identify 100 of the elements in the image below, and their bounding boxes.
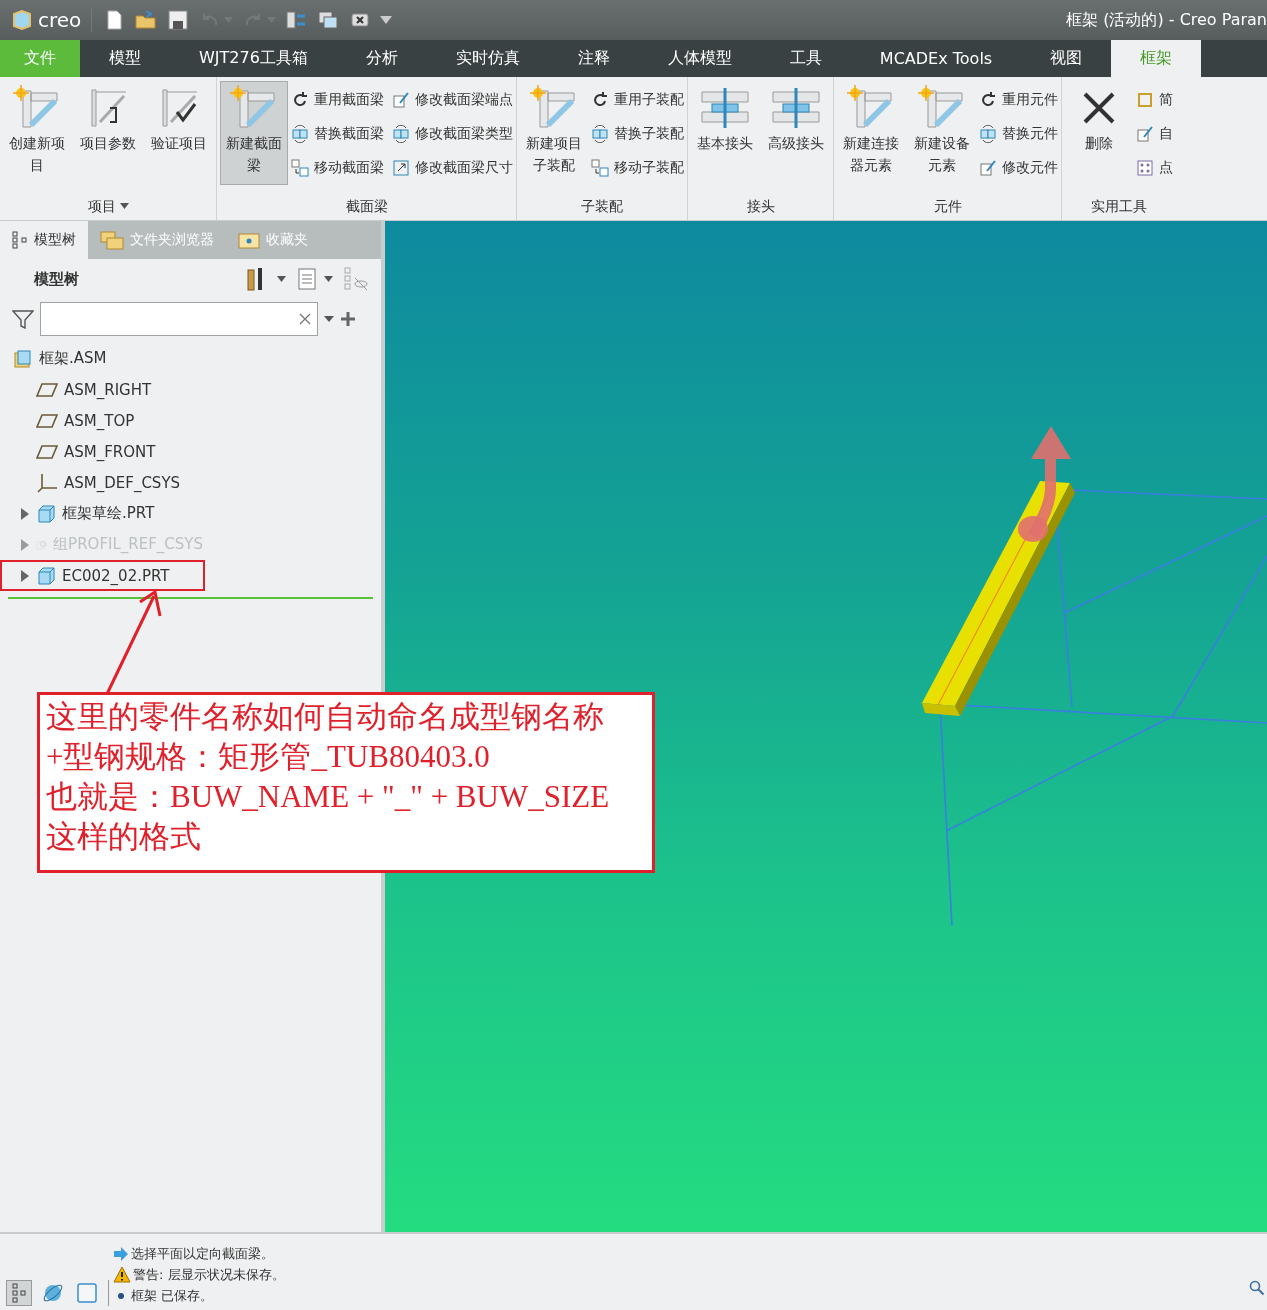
status-message: 选择平面以定向截面梁。 [131,1244,274,1263]
reuse-icon [291,91,309,109]
ribbon-button[interactable]: 新建连接器元素 [837,81,905,185]
ribbon-small-button[interactable]: 点 [1136,151,1173,185]
ribbon-small-button[interactable]: 替换截面梁 [291,117,384,151]
ribbon-tab[interactable]: 视图 [1021,40,1112,77]
app-logo: creo [12,8,93,32]
arrow-icon [113,1246,129,1261]
settings-button[interactable] [245,266,286,292]
csys-icon [36,472,58,493]
caret-icon [324,276,333,282]
window-toggle-button[interactable] [74,1280,100,1306]
search-icon[interactable] [1249,1280,1265,1296]
ribbon-small-button[interactable]: 替换元件 [979,117,1058,151]
tree-icon [11,1283,27,1303]
annotation-text: +型钢规格：矩形管_TUB80403.0 [46,738,491,776]
cube-icon [12,9,32,31]
window-icon [76,1282,98,1304]
edit-icon [1136,125,1154,143]
ribbon-button[interactable]: 高级接头 [762,81,830,185]
ribbon-tab[interactable]: 模型 [80,40,170,77]
panel-tab[interactable]: 模型树 [0,221,88,259]
customize-button[interactable] [378,14,395,26]
ribbon-small-button[interactable]: 简 [1136,83,1173,117]
tree-item[interactable]: EC002_02.PRT [0,560,205,591]
ribbon-button[interactable]: 删除 [1065,81,1133,185]
ribbon-button[interactable]: 新建设备元素 [908,81,976,185]
part-icon [36,565,56,586]
ribbon-tab[interactable]: 分析 [336,40,427,77]
tree-item[interactable]: ASM_DEF_CSYS [0,467,205,498]
tree-toggle-button[interactable] [6,1280,32,1306]
ribbon-tab[interactable]: 工具 [760,40,851,77]
window-title: 框架 (活动的) - Creo Paran [1066,9,1267,31]
ribbon-small-button[interactable]: 移动子装配 [591,151,684,185]
tree-item[interactable]: ASM_FRONT [0,436,205,467]
panel-title: 模型树 [34,269,79,289]
status-message: 警告: 层显示状况未保存。 [133,1265,285,1284]
ribbon-small-button[interactable]: 自 [1136,117,1173,151]
open-icon [134,8,159,32]
ribbon-small-button[interactable]: 修改元件 [979,151,1058,185]
caret-icon [119,203,129,209]
ribbon-small-button[interactable]: 移动截面梁 [291,151,384,185]
ribbon-button[interactable]: 新建截面梁 [220,81,288,185]
show-menu-button[interactable] [296,267,333,291]
plane-icon [36,443,58,460]
plane-icon [36,412,58,429]
group-label: 接头 [746,197,775,216]
ribbon-button[interactable]: 验证项目 [145,81,213,185]
plus-icon[interactable] [340,311,356,327]
caret-icon [277,276,286,282]
move-icon [291,159,309,177]
search-field[interactable] [40,302,318,336]
group-label: 实用工具 [1091,197,1147,216]
ribbon-button[interactable]: 新建项目子装配 [520,81,588,185]
annotation-text: 也就是：BUW_NAME + "_" + BUW_SIZE [46,778,611,816]
replace-icon [291,125,309,143]
ribbon-tab[interactable]: 人体模型 [638,40,761,77]
reuse-icon [979,91,997,109]
ribbon-button[interactable]: 创建新项目 [3,81,71,185]
tree-item[interactable]: ASM_RIGHT [0,374,205,405]
resize-icon [392,159,410,177]
plane-icon [36,381,58,398]
ribbon-small-button[interactable]: 替换子装配 [591,117,684,151]
tree-item[interactable]: ASM_TOP [0,405,205,436]
folders-icon [100,230,124,250]
replace-icon [979,125,997,143]
ribbon-tab[interactable]: MCADEx Tools [850,40,1022,77]
tree-icon [12,231,28,249]
save-icon [166,8,191,32]
annotation-text: 这里的零件名称如何自动命名成型钢名称 [46,698,605,736]
ribbon-button[interactable]: 项目参数 [74,81,142,185]
reuse-icon [591,91,609,109]
ribbon-small-button[interactable]: 修改截面梁端点 [392,83,513,117]
ribbon-tab[interactable]: 注释 [548,40,639,77]
ribbon-small-button[interactable]: 修改截面梁类型 [392,117,513,151]
ribbon-button[interactable]: 基本接头 [691,81,759,185]
caret-icon [380,16,393,24]
ribbon-small-button[interactable]: 修改截面梁尺寸 [392,151,513,185]
expand-icon[interactable] [20,569,30,582]
clear-icon[interactable] [299,313,311,325]
assembly-icon [13,348,33,369]
annotation-text: 这样的格式 [46,818,202,856]
list-icon [296,267,318,291]
ribbon-tab[interactable]: 实时仿真 [426,40,549,77]
group-menu-button[interactable]: 项目 [87,192,129,220]
replace-icon [392,125,410,143]
ribbon-tab[interactable]: WJT276工具箱 [170,40,337,77]
warning-icon [113,1266,131,1283]
tree-item[interactable]: 框架草绘.PRT [0,498,205,529]
expand-icon[interactable] [20,507,30,520]
points-icon [1136,159,1154,177]
frame-icon [1136,91,1154,109]
caret-icon[interactable] [324,316,334,322]
ribbon-small-button[interactable]: 重用元件 [979,83,1058,117]
ribbon-small-button[interactable]: 重用截面梁 [291,83,384,117]
move-icon [591,159,609,177]
ribbon-small-button[interactable]: 重用子装配 [591,83,684,117]
globe-icon [42,1282,64,1304]
group-label: 截面梁 [345,197,388,216]
tree-item[interactable]: 框架.ASM [0,343,381,374]
